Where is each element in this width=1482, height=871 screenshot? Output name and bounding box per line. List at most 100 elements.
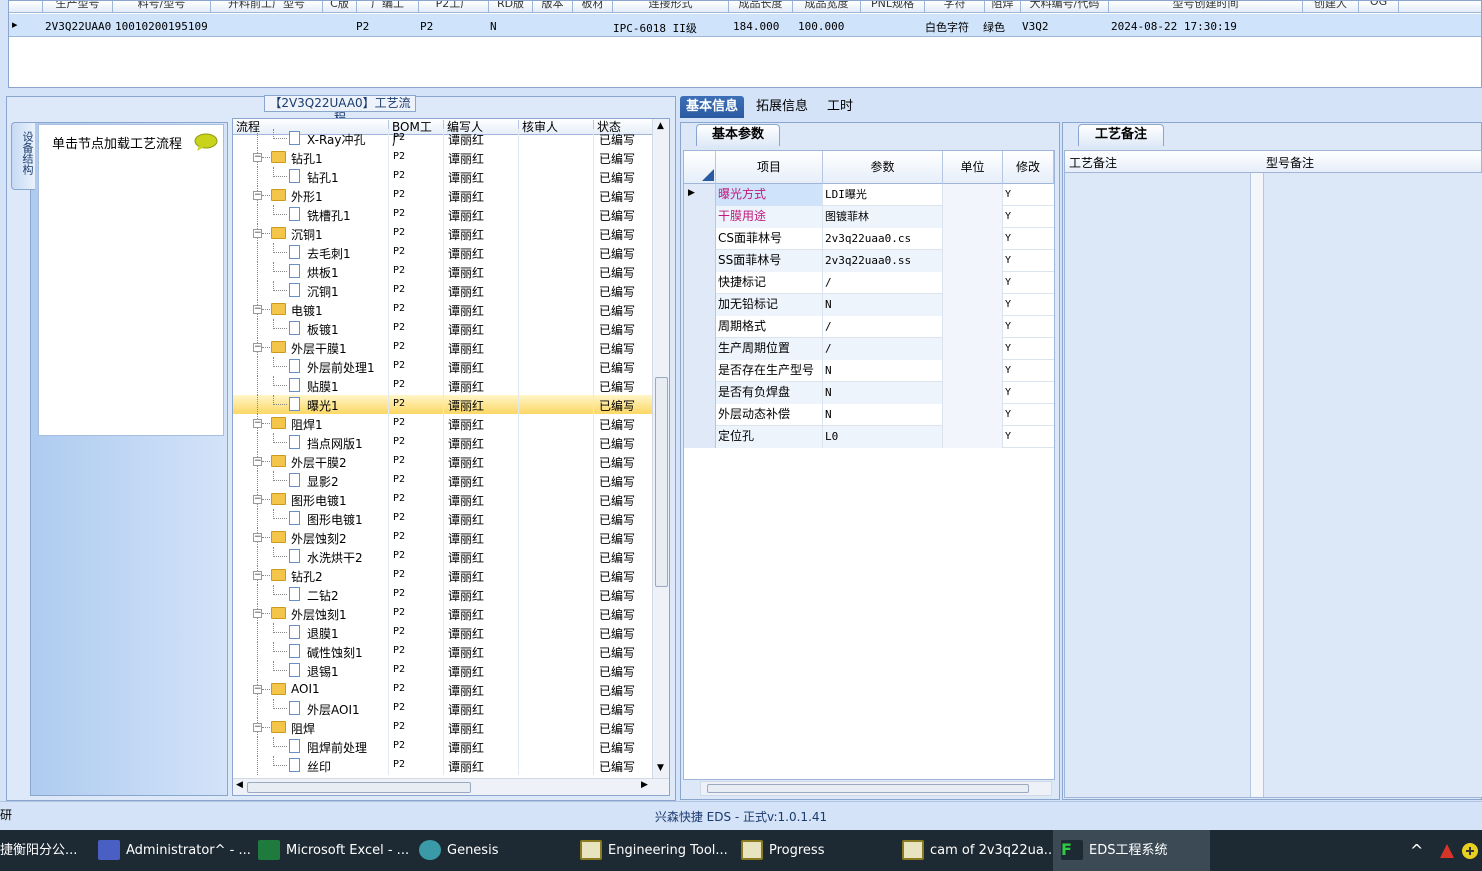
- status-cell[interactable]: 已编写: [599, 739, 635, 756]
- param-item[interactable]: 外层动态补偿: [716, 404, 823, 426]
- col-header[interactable]: 开料前工厂型号: [211, 1, 323, 13]
- bom-cell[interactable]: P2: [393, 455, 405, 466]
- tree-node-label[interactable]: 外形1: [291, 188, 323, 205]
- row-indicator[interactable]: [684, 316, 716, 338]
- params-grid[interactable]: 项目 参数 单位 修改 ▶ 曝光方式 LDI曝光 Y 干膜用途 图镀菲林 Y CS面菲林号 2v…: [683, 150, 1055, 780]
- param-item[interactable]: 曝光方式: [716, 184, 823, 206]
- tree-node-label[interactable]: 显影2: [307, 473, 339, 490]
- tab-extended-info[interactable]: 拓展信息: [750, 96, 814, 118]
- param-row[interactable]: ▶ 曝光方式 LDI曝光 Y: [684, 184, 1054, 206]
- process-notes-field[interactable]: [1065, 173, 1251, 797]
- notes-grid[interactable]: 工艺备注 型号备注: [1064, 150, 1482, 798]
- cell[interactable]: P2: [356, 20, 369, 33]
- tree-row[interactable]: − 外层干膜2 P2 谭丽红 已编写: [233, 452, 653, 471]
- param-row[interactable]: 是否有负焊盘 N Y: [684, 382, 1054, 404]
- bom-cell[interactable]: P2: [393, 607, 405, 618]
- taskbar-item[interactable]: cam of 2v3q22ua...: [894, 830, 1056, 871]
- notes-scrollbar[interactable]: [1251, 173, 1263, 797]
- status-cell[interactable]: 已编写: [599, 701, 635, 718]
- col-header-item[interactable]: 项目: [716, 151, 823, 184]
- bom-cell[interactable]: P2: [393, 151, 405, 162]
- row-indicator[interactable]: [684, 206, 716, 228]
- tree-row[interactable]: 钻孔1 P2 谭丽红 已编写: [233, 167, 653, 186]
- col-header[interactable]: 厂编工: [357, 1, 419, 13]
- model-row[interactable]: ▸ 2V3Q22UAA0 10010200195109 P2 P2 N IPC-…: [9, 14, 1481, 37]
- tree-row[interactable]: − 钻孔1 P2 谭丽红 已编写: [233, 148, 653, 167]
- param-modify[interactable]: Y: [1003, 338, 1054, 360]
- col-header[interactable]: C版: [323, 1, 357, 13]
- tree-row[interactable]: − 阻焊1 P2 谭丽红 已编写: [233, 414, 653, 433]
- collapse-toggle-icon[interactable]: −: [253, 229, 262, 238]
- status-cell[interactable]: 已编写: [599, 321, 635, 338]
- author-cell[interactable]: 谭丽红: [448, 473, 484, 490]
- collapse-toggle-icon[interactable]: −: [253, 723, 262, 732]
- scroll-right-icon[interactable]: ▶: [641, 780, 648, 790]
- tree-node-label[interactable]: 碱性蚀刻1: [307, 644, 363, 661]
- bom-cell[interactable]: P2: [393, 569, 405, 580]
- model-notes-field[interactable]: [1263, 173, 1482, 797]
- row-indicator[interactable]: [684, 294, 716, 316]
- bom-cell[interactable]: P2: [393, 702, 405, 713]
- vertical-tab-equipment[interactable]: 设备结构: [11, 122, 35, 190]
- tree-node-label[interactable]: X-Ray冲孔: [307, 131, 365, 148]
- col-header[interactable]: OG: [1359, 1, 1399, 13]
- param-unit[interactable]: [943, 206, 1003, 228]
- row-indicator[interactable]: ▶: [684, 184, 716, 206]
- col-header[interactable]: 成品宽度: [793, 1, 861, 13]
- author-cell[interactable]: 谭丽红: [448, 549, 484, 566]
- param-row[interactable]: 快捷标记 / Y: [684, 272, 1054, 294]
- author-cell[interactable]: 谭丽红: [448, 416, 484, 433]
- author-cell[interactable]: 谭丽红: [448, 359, 484, 376]
- tree-node-label[interactable]: 挡点网版1: [307, 435, 363, 452]
- param-value[interactable]: N: [823, 294, 943, 316]
- width-cell[interactable]: 100.000: [798, 20, 844, 33]
- col-header[interactable]: 连接形式: [613, 1, 729, 13]
- chevron-up-icon[interactable]: ^: [1410, 830, 1430, 871]
- col-header-modify[interactable]: 修改: [1003, 151, 1054, 184]
- param-item[interactable]: 加无铅标记: [716, 294, 823, 316]
- author-cell[interactable]: 谭丽红: [448, 492, 484, 509]
- params-horizontal-scrollbar[interactable]: [700, 781, 1052, 796]
- bom-cell[interactable]: P2: [393, 170, 405, 181]
- author-cell[interactable]: 谭丽红: [448, 701, 484, 718]
- author-cell[interactable]: 谭丽红: [448, 644, 484, 661]
- tree-node-label[interactable]: 板镀1: [307, 321, 339, 338]
- scroll-thumb[interactable]: [707, 784, 1029, 793]
- param-unit[interactable]: [943, 382, 1003, 404]
- scroll-down-icon[interactable]: ▼: [657, 763, 664, 773]
- tree-node-label[interactable]: 钻孔1: [307, 169, 339, 186]
- param-unit[interactable]: [943, 316, 1003, 338]
- col-header[interactable]: 大料编号/代码: [1021, 1, 1109, 13]
- param-value[interactable]: N: [823, 382, 943, 404]
- status-cell[interactable]: 已编写: [599, 283, 635, 300]
- param-item[interactable]: SS面菲林号: [716, 250, 823, 272]
- tree-row[interactable]: − 外层蚀刻2 P2 谭丽红 已编写: [233, 528, 653, 547]
- tree-row[interactable]: 阻焊前处理 P2 谭丽红 已编写: [233, 737, 653, 756]
- bom-cell[interactable]: P2: [393, 550, 405, 561]
- bom-cell[interactable]: P2: [393, 189, 405, 200]
- param-row[interactable]: 生产周期位置 / Y: [684, 338, 1054, 360]
- tree-node-label[interactable]: 烘板1: [307, 264, 339, 281]
- row-indicator[interactable]: [684, 228, 716, 250]
- collapse-toggle-icon[interactable]: −: [253, 343, 262, 352]
- col-header[interactable]: 板材: [573, 1, 613, 13]
- author-cell[interactable]: 谭丽红: [448, 454, 484, 471]
- taskbar-item[interactable]: Microsoft Excel - ...: [250, 830, 410, 871]
- tree-row[interactable]: 丝印 P2 谭丽红 已编写: [233, 756, 653, 775]
- row-indicator[interactable]: [684, 272, 716, 294]
- author-cell[interactable]: 谭丽红: [448, 758, 484, 775]
- tree-row[interactable]: − 外层干膜1 P2 谭丽红 已编写: [233, 338, 653, 357]
- author-cell[interactable]: 谭丽红: [448, 435, 484, 452]
- collapse-toggle-icon[interactable]: −: [253, 457, 262, 466]
- param-modify[interactable]: Y: [1003, 228, 1054, 250]
- row-indicator[interactable]: [684, 250, 716, 272]
- tree-row[interactable]: 二钻2 P2 谭丽红 已编写: [233, 585, 653, 604]
- tree-row[interactable]: − 外形1 P2 谭丽红 已编写: [233, 186, 653, 205]
- col-header[interactable]: 成品长度: [729, 1, 793, 13]
- tree-row[interactable]: X-Ray冲孔 P2 谭丽红 已编写: [233, 129, 653, 148]
- bom-cell[interactable]: P2: [393, 588, 405, 599]
- param-row[interactable]: 加无铅标记 N Y: [684, 294, 1054, 316]
- tree-node-label[interactable]: 外层干膜1: [291, 340, 347, 357]
- tree-row[interactable]: 外层前处理1 P2 谭丽红 已编写: [233, 357, 653, 376]
- col-header[interactable]: PNL规格: [861, 1, 925, 13]
